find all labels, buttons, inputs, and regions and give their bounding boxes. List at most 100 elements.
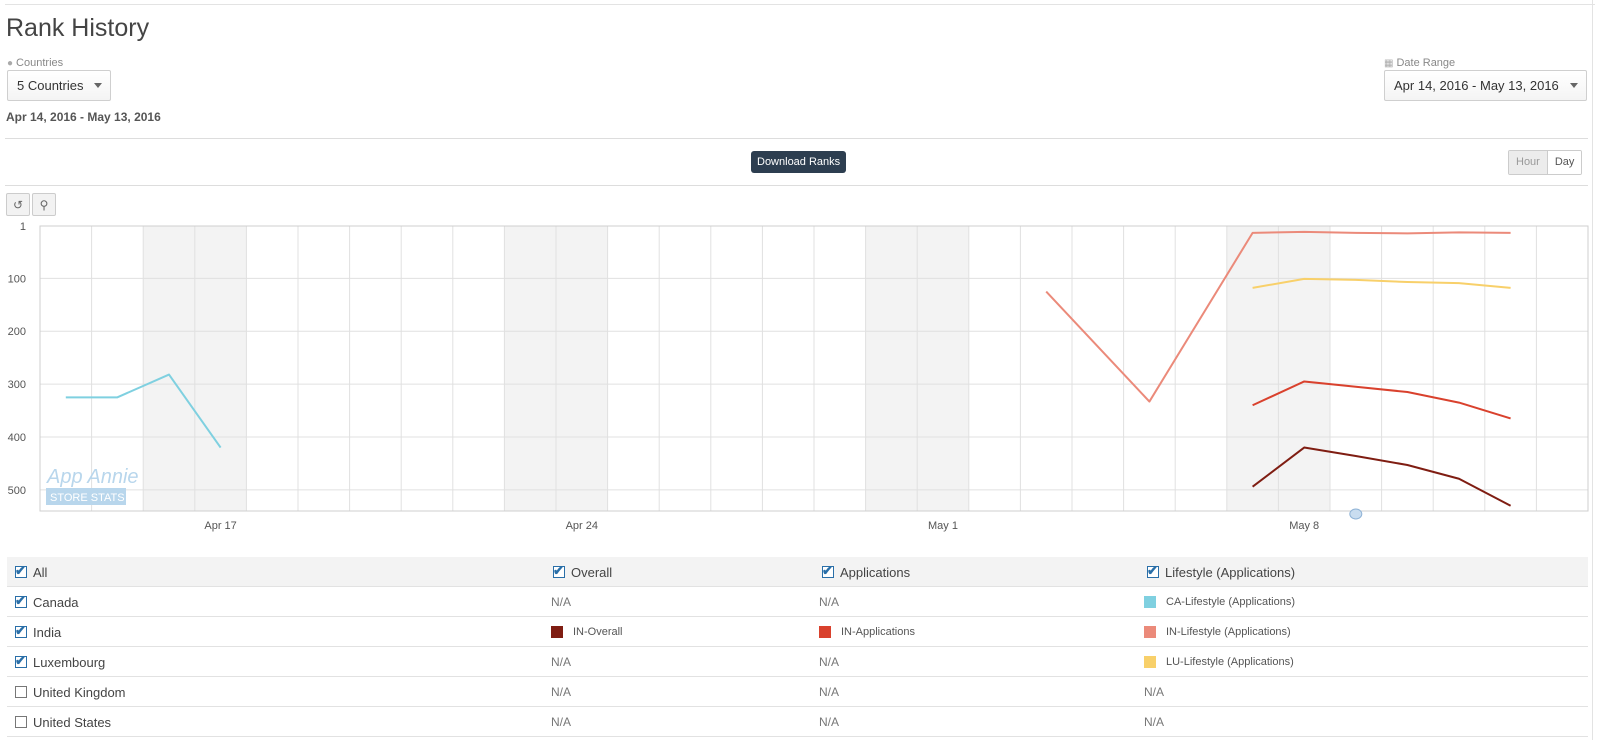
date-range-dropdown-value: Apr 14, 2016 - May 13, 2016	[1394, 78, 1559, 93]
countries-label: ● Countries	[7, 57, 63, 69]
granularity-toggle: Hour Day	[1508, 150, 1583, 175]
na-text: N/A	[819, 655, 840, 669]
series-color-swatch[interactable]	[551, 626, 563, 638]
country-cell[interactable]: Canada	[15, 587, 79, 617]
country-cell[interactable]: India	[15, 617, 61, 647]
date-range-dropdown[interactable]: Apr 14, 2016 - May 13, 2016	[1384, 70, 1587, 101]
day-toggle[interactable]: Day	[1546, 151, 1582, 174]
divider	[5, 185, 1588, 186]
weekend-band	[1278, 226, 1330, 511]
country-cell[interactable]: United Kingdom	[15, 677, 126, 707]
country-checkbox[interactable]	[15, 716, 27, 728]
table-row: United Kingdom N/A N/A N/A	[7, 677, 1588, 707]
x-tick-label: Apr 17	[204, 520, 236, 532]
country-checkbox[interactable]	[15, 593, 27, 609]
country-name: Luxembourg	[33, 654, 106, 670]
countries-label-text: Countries	[16, 57, 64, 69]
na-text: N/A	[819, 685, 840, 699]
na-text: N/A	[551, 715, 572, 729]
lifestyle-cell[interactable]: IN-Lifestyle (Applications)	[1144, 617, 1291, 647]
lifestyle-checkbox-cell[interactable]: Lifestyle (Applications)	[1147, 557, 1295, 587]
overall-checkbox[interactable]	[553, 563, 565, 579]
country-checkbox[interactable]	[15, 686, 27, 698]
country-name: Canada	[33, 594, 79, 610]
applications-cell: N/A	[819, 707, 839, 737]
country-name: United Kingdom	[33, 684, 126, 700]
all-checkbox[interactable]	[15, 563, 27, 579]
overall-checkbox-cell[interactable]: Overall	[553, 557, 612, 587]
table-row: United States N/A N/A N/A	[7, 707, 1588, 737]
series-color-swatch[interactable]	[1144, 626, 1156, 638]
table-header-row: All Overall Applications Lifestyle (Appl…	[7, 557, 1588, 587]
country-checkbox[interactable]	[15, 653, 27, 669]
weekend-band	[504, 226, 556, 511]
download-ranks-button[interactable]: Download Ranks	[751, 151, 847, 173]
na-text: N/A	[1144, 715, 1165, 729]
na-text: N/A	[819, 595, 840, 609]
overall-cell: N/A	[551, 647, 571, 677]
lifestyle-cell: N/A	[1144, 677, 1164, 707]
weekend-band	[556, 226, 608, 511]
countries-dropdown[interactable]: 5 Countries	[7, 70, 111, 101]
table-row: India IN-Overall IN-Applications IN-Life…	[7, 617, 1588, 647]
applications-cell: N/A	[819, 677, 839, 707]
applications-cell[interactable]: IN-Applications	[819, 617, 915, 647]
applications-checkbox-cell[interactable]: Applications	[822, 557, 910, 587]
country-name: India	[33, 624, 62, 640]
globe-icon: ●	[7, 57, 14, 69]
lifestyle-cell[interactable]: LU-Lifestyle (Applications)	[1144, 647, 1294, 677]
series-color-swatch[interactable]	[819, 626, 831, 638]
x-tick-label: Apr 24	[566, 520, 598, 532]
chevron-down-icon	[1570, 83, 1578, 88]
applications-checkbox[interactable]	[822, 563, 834, 579]
series-color-swatch[interactable]	[1144, 656, 1156, 668]
date-range-label: ▦ Date Range	[1384, 57, 1455, 69]
country-cell[interactable]: United States	[15, 707, 111, 737]
lifestyle-cell: N/A	[1144, 707, 1164, 737]
y-tick-label: 300	[8, 379, 26, 391]
series-label[interactable]: IN-Lifestyle (Applications)	[1166, 626, 1291, 638]
series-label[interactable]: LU-Lifestyle (Applications)	[1166, 656, 1294, 668]
all-label: All	[33, 564, 48, 580]
y-tick-label: 100	[8, 273, 26, 285]
watermark-text: STORE STATS	[50, 492, 125, 504]
y-tick-label: 200	[8, 326, 26, 338]
series-table: All Overall Applications Lifestyle (Appl…	[7, 557, 1588, 737]
all-checkbox-cell[interactable]: All	[15, 557, 47, 587]
top-divider	[5, 4, 1595, 5]
annotation-icon	[1349, 508, 1363, 520]
series-label[interactable]: IN-Applications	[841, 626, 915, 638]
reset-zoom-button[interactable]: ↺	[6, 193, 30, 216]
page-title: Rank History	[6, 14, 150, 42]
selected-range-text: Apr 14, 2016 - May 13, 2016	[6, 110, 161, 124]
y-tick-label: 400	[8, 432, 26, 444]
lifestyle-checkbox[interactable]	[1147, 563, 1159, 579]
series-label[interactable]: IN-Overall	[573, 626, 623, 638]
weekend-band	[194, 226, 247, 511]
overall-cell[interactable]: IN-Overall	[551, 617, 623, 647]
country-checkbox[interactable]	[15, 623, 27, 639]
weekend-band	[865, 226, 918, 511]
table-row: Canada N/A N/A CA-Lifestyle (Application…	[7, 587, 1588, 617]
rank-history-chart: 1 100 200 300 400 500 Apr 17 Apr 24 May 1 May 8 Ap…	[8, 221, 1589, 532]
lifestyle-label: Lifestyle (Applications)	[1165, 564, 1296, 580]
date-range-label-text: Date Range	[1396, 57, 1456, 69]
na-text: N/A	[551, 685, 572, 699]
overall-label: Overall	[571, 564, 613, 580]
countries-dropdown-value: 5 Countries	[17, 78, 84, 93]
zoom-button[interactable]: ⚲	[32, 193, 56, 216]
series-color-swatch[interactable]	[1144, 596, 1156, 608]
series-label[interactable]: CA-Lifestyle (Applications)	[1166, 596, 1295, 608]
page-edge-line	[1592, 0, 1593, 740]
overall-cell: N/A	[551, 677, 571, 707]
na-text: N/A	[819, 715, 840, 729]
weekend-band	[143, 226, 195, 511]
y-tick-label: 1	[20, 221, 26, 233]
hour-toggle[interactable]: Hour	[1509, 151, 1547, 174]
undo-icon: ↺	[12, 197, 24, 212]
lifestyle-cell[interactable]: CA-Lifestyle (Applications)	[1144, 587, 1295, 617]
na-text: N/A	[551, 595, 572, 609]
y-tick-label: 500	[8, 485, 26, 497]
overall-cell: N/A	[551, 707, 571, 737]
country-cell[interactable]: Luxembourg	[15, 647, 105, 677]
